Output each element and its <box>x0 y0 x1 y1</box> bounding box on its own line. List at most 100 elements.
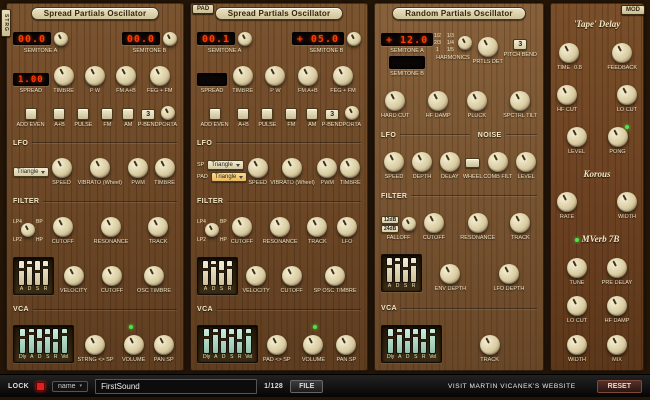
toggle-button[interactable] <box>237 108 249 120</box>
harmonics-knob[interactable] <box>458 36 472 50</box>
website-link[interactable]: VISIT MARTIN VICANEK'S WEBSITE <box>448 383 576 390</box>
slider-track[interactable] <box>403 258 408 282</box>
knob-dial[interactable] <box>499 264 519 284</box>
knob-dial[interactable] <box>516 152 536 172</box>
pbend-range-box[interactable]: 3 <box>325 109 339 120</box>
knob-dial[interactable] <box>412 152 432 172</box>
wheel-button[interactable] <box>465 158 480 168</box>
knob-dial[interactable] <box>85 66 105 86</box>
knob-dial[interactable] <box>233 66 253 86</box>
semitone-b-knob[interactable] <box>347 32 361 46</box>
slider-track[interactable] <box>37 329 42 353</box>
toggle-button[interactable] <box>25 108 37 120</box>
falloff-option-12db[interactable]: 12dB <box>381 216 399 224</box>
knob-dial[interactable] <box>307 217 327 237</box>
slider-track[interactable] <box>221 329 226 353</box>
knob-dial[interactable] <box>617 192 637 212</box>
slider-track[interactable] <box>219 261 224 285</box>
knob-dial[interactable] <box>607 258 627 278</box>
semitone-a-knob[interactable] <box>54 32 68 46</box>
knob-dial[interactable] <box>440 152 460 172</box>
slider-track[interactable] <box>213 329 218 353</box>
toggle-button[interactable] <box>122 108 134 120</box>
knob-dial[interactable] <box>144 266 164 286</box>
slider-track[interactable] <box>20 329 25 353</box>
knob-dial[interactable] <box>150 66 170 86</box>
porta-knob[interactable] <box>345 106 359 120</box>
knob-dial[interactable] <box>52 158 72 178</box>
knob-dial[interactable] <box>340 158 360 178</box>
knob-dial[interactable] <box>53 217 73 237</box>
slider-track[interactable] <box>53 329 58 353</box>
lfo-wave-select[interactable]: Triangle <box>13 167 49 177</box>
toggle-button[interactable] <box>261 108 273 120</box>
knob-dial[interactable] <box>428 91 448 111</box>
slider-track[interactable] <box>45 329 50 353</box>
pitch-bend-box[interactable]: 3 <box>513 39 527 50</box>
knob-dial[interactable] <box>488 152 508 172</box>
knob-dial[interactable] <box>617 85 637 105</box>
file-button[interactable]: FILE <box>290 380 323 393</box>
knob-dial[interactable] <box>85 335 105 355</box>
knob-dial[interactable] <box>424 213 444 233</box>
knob-dial[interactable] <box>336 335 356 355</box>
knob-dial[interactable] <box>54 66 74 86</box>
knob-dial[interactable] <box>608 127 628 147</box>
pbend-range-box[interactable]: 3 <box>141 109 155 120</box>
knob-dial[interactable] <box>557 192 577 212</box>
slider-track[interactable] <box>421 329 426 353</box>
knob-dial[interactable] <box>384 152 404 172</box>
knob-dial[interactable] <box>246 266 266 286</box>
knob-dial[interactable] <box>248 158 268 178</box>
knob-dial[interactable] <box>567 127 587 147</box>
knob-dial[interactable] <box>265 66 285 86</box>
knob-dial[interactable] <box>385 91 405 111</box>
slider-track[interactable] <box>27 261 32 285</box>
knob-dial[interactable] <box>232 217 252 237</box>
knob-dial[interactable] <box>90 158 110 178</box>
knob-dial[interactable] <box>467 91 487 111</box>
knob-dial[interactable] <box>101 217 121 237</box>
knob-dial[interactable] <box>282 158 302 178</box>
knob-dial[interactable] <box>607 335 627 355</box>
knob-dial[interactable] <box>64 266 84 286</box>
filter-mode-knob[interactable] <box>205 223 219 237</box>
knob-dial[interactable] <box>102 266 122 286</box>
toggle-button[interactable] <box>306 108 318 120</box>
knob-dial[interactable] <box>124 335 144 355</box>
knob-dial[interactable] <box>325 266 345 286</box>
slider-track[interactable] <box>413 329 418 353</box>
slider-track[interactable] <box>430 329 435 353</box>
slider-track[interactable] <box>387 258 392 282</box>
knob-dial[interactable] <box>567 296 587 316</box>
knob-dial[interactable] <box>480 335 500 355</box>
preset-sort-dropdown[interactable]: name ▾ <box>52 381 88 392</box>
knob-dial[interactable] <box>148 217 168 237</box>
slider-track[interactable] <box>203 261 208 285</box>
toggle-button[interactable] <box>101 108 113 120</box>
knob-dial[interactable] <box>510 91 530 111</box>
feedback-knob[interactable] <box>612 43 632 63</box>
slider-track[interactable] <box>237 329 242 353</box>
semitone-b-knob[interactable] <box>163 32 177 46</box>
slider-track[interactable] <box>35 261 40 285</box>
slider-track[interactable] <box>229 329 234 353</box>
semitone-a-knob[interactable] <box>238 32 252 46</box>
slider-track[interactable] <box>246 329 251 353</box>
knob-dial[interactable] <box>510 213 530 233</box>
slider-track[interactable] <box>43 261 48 285</box>
knob-dial[interactable] <box>607 296 627 316</box>
toggle-button[interactable] <box>77 108 89 120</box>
knob-dial[interactable] <box>155 158 175 178</box>
knob-dial[interactable] <box>298 66 318 86</box>
knob-dial[interactable] <box>154 335 174 355</box>
knob-dial[interactable] <box>337 217 357 237</box>
slider-track[interactable] <box>411 258 416 282</box>
knob-dial[interactable] <box>567 258 587 278</box>
toggle-button[interactable] <box>209 108 221 120</box>
slider-track[interactable] <box>19 261 24 285</box>
sp-lfo-wave-select[interactable]: Triangle <box>207 160 243 170</box>
slider-track[interactable] <box>397 329 402 353</box>
slider-track[interactable] <box>395 258 400 282</box>
knob-dial[interactable] <box>270 217 290 237</box>
